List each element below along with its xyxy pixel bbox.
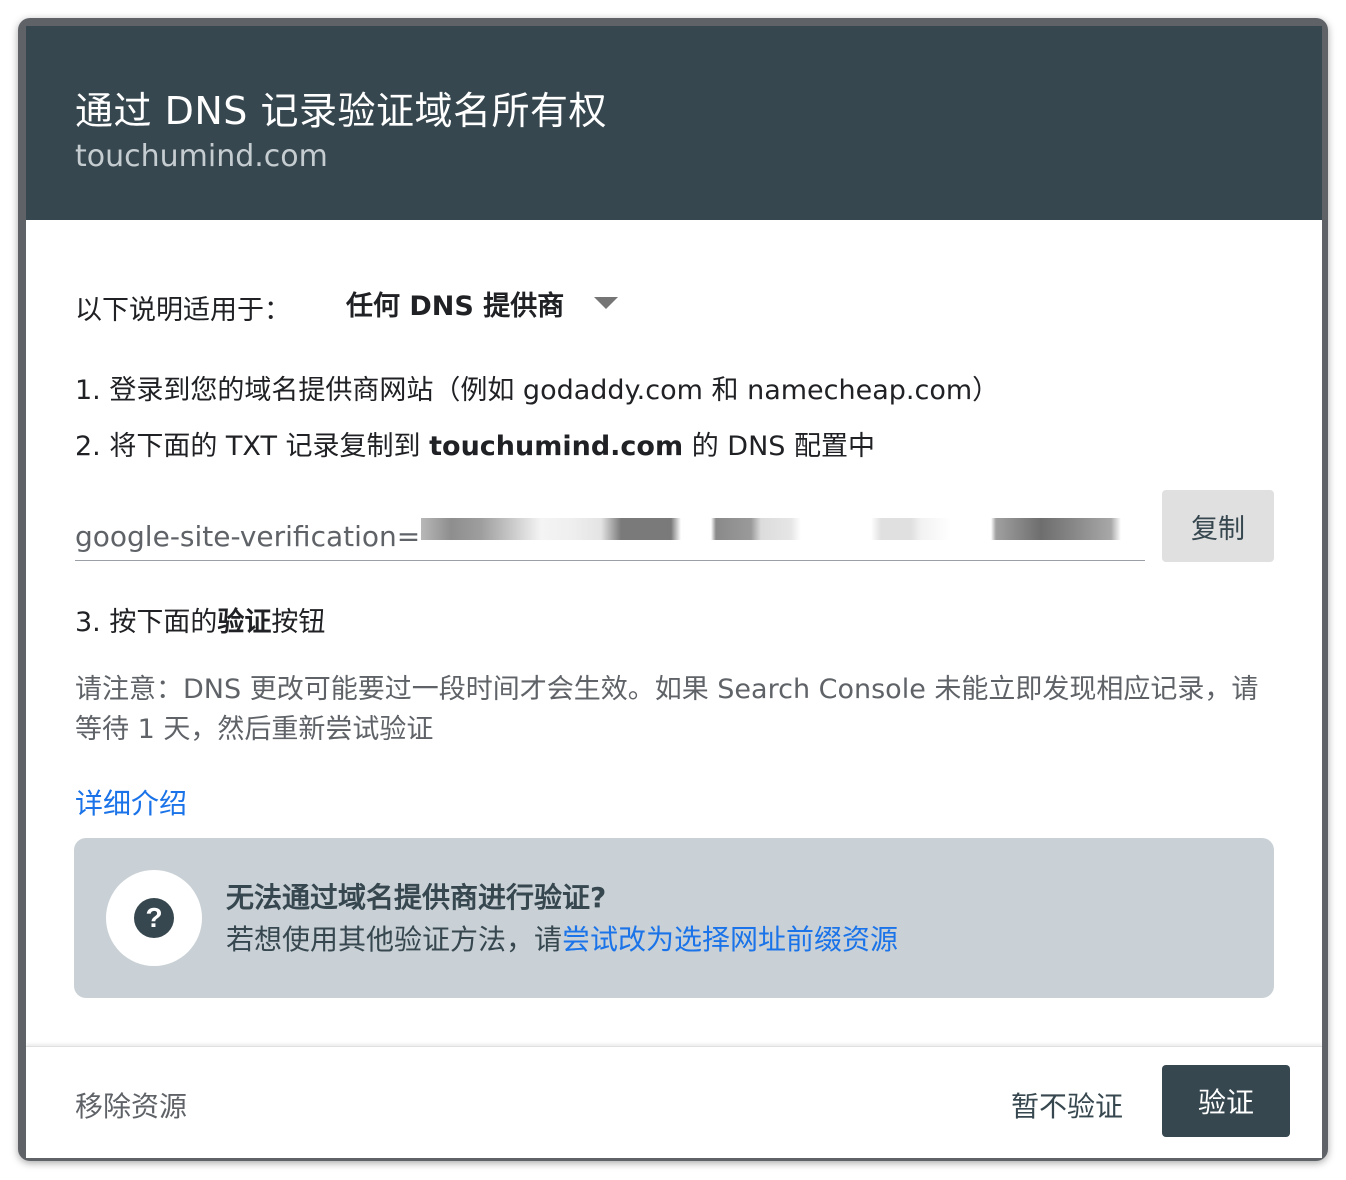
step-2-text: 2. 将下面的 TXT 记录复制到 touchumind.com 的 DNS 配… bbox=[75, 424, 875, 463]
verify-later-button[interactable]: 暂不验证 bbox=[1011, 1085, 1123, 1125]
dns-propagation-note: 请注意：DNS 更改可能要过一段时间才会生效。如果 Search Console… bbox=[75, 674, 1259, 745]
dns-provider-value: 任何 DNS 提供商 bbox=[346, 290, 565, 322]
verify-dns-dialog: 通过 DNS 记录验证域名所有权 touchumind.com 以下说明适用于：… bbox=[26, 26, 1322, 1158]
step-3-prefix: 3. 按下面的 bbox=[75, 607, 218, 638]
help-icon-circle: ? bbox=[106, 870, 202, 966]
step-1-text: 1. 登录到您的域名提供商网站（例如 godaddy.com 和 nameche… bbox=[75, 375, 1000, 406]
dialog-title: 通过 DNS 记录验证域名所有权 bbox=[75, 89, 607, 133]
txt-record-field[interactable]: google-site-verification= bbox=[75, 504, 1145, 561]
step-3-text: 3. 按下面的验证按钮 bbox=[75, 600, 325, 639]
callout-body: 若想使用其他验证方法，请尝试改为选择网址前缀资源 bbox=[226, 918, 898, 958]
redacted-value bbox=[421, 518, 1145, 540]
callout-title: 无法通过域名提供商进行验证? bbox=[226, 881, 607, 914]
step-2-prefix: 2. 将下面的 TXT 记录复制到 bbox=[75, 431, 430, 462]
alternative-verification-callout: ? 无法通过域名提供商进行验证? 若想使用其他验证方法，请尝试改为选择网址前缀资… bbox=[74, 838, 1274, 998]
question-icon: ? bbox=[134, 898, 174, 938]
dialog-footer: 移除资源 暂不验证 验证 bbox=[26, 1046, 1322, 1158]
step-3-suffix: 按钮 bbox=[271, 607, 326, 638]
dns-provider-dropdown[interactable]: 任何 DNS 提供商 bbox=[346, 278, 619, 328]
step-2-suffix: 的 DNS 配置中 bbox=[683, 431, 875, 462]
txt-record-prefix: google-site-verification= bbox=[75, 520, 421, 553]
learn-more-link[interactable]: 详细介绍 bbox=[75, 782, 187, 822]
callout-body-prefix: 若想使用其他验证方法，请 bbox=[226, 923, 563, 956]
dialog-subtitle: touchumind.com bbox=[75, 139, 328, 174]
url-prefix-property-link[interactable]: 尝试改为选择网址前缀资源 bbox=[562, 923, 898, 956]
verify-button[interactable]: 验证 bbox=[1162, 1065, 1290, 1137]
applies-to-label: 以下说明适用于： bbox=[75, 295, 291, 326]
step-3-bold: 验证 bbox=[217, 607, 272, 638]
remove-property-button[interactable]: 移除资源 bbox=[75, 1085, 187, 1125]
copy-button[interactable]: 复制 bbox=[1162, 490, 1274, 562]
dialog-header: 通过 DNS 记录验证域名所有权 touchumind.com bbox=[26, 26, 1322, 220]
dropdown-caret-icon bbox=[594, 297, 619, 309]
step-2-domain: touchumind.com bbox=[429, 431, 684, 462]
